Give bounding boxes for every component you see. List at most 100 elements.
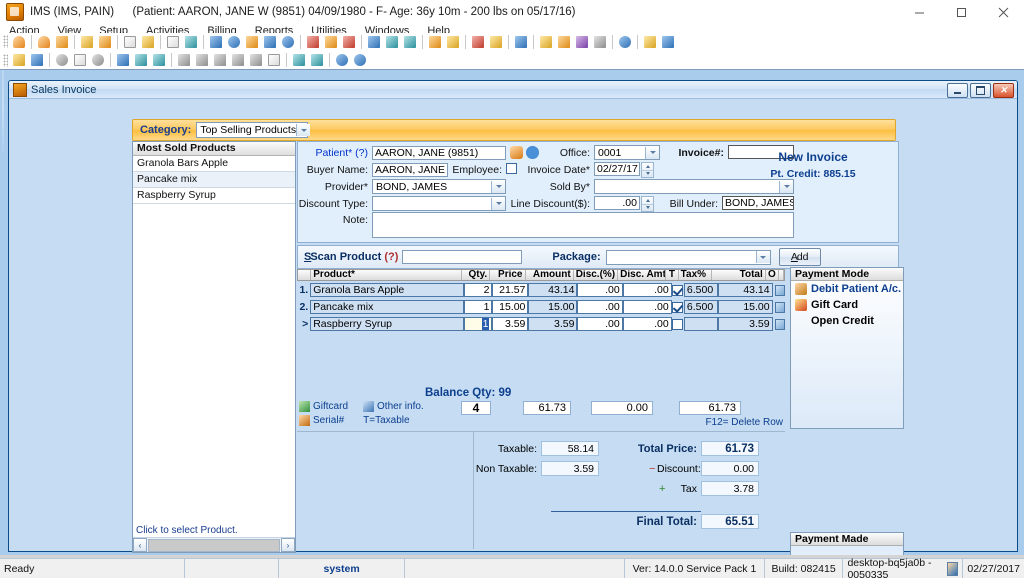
- folder-share-icon[interactable]: [538, 34, 554, 50]
- list-item[interactable]: Pancake mix: [133, 172, 295, 188]
- undo-icon[interactable]: [54, 52, 70, 68]
- settings-icon[interactable]: [280, 34, 296, 50]
- exchange-icon[interactable]: [556, 34, 572, 50]
- column-header-disc-pct[interactable]: Disc.(%): [574, 270, 619, 280]
- exit-icon[interactable]: [660, 34, 676, 50]
- preview-icon[interactable]: [266, 52, 282, 68]
- cell-total[interactable]: 15.00: [717, 300, 773, 314]
- cell-disc-amt[interactable]: .00: [622, 283, 672, 297]
- column-header-taxable[interactable]: T: [666, 270, 679, 280]
- document-search-icon[interactable]: [122, 34, 138, 50]
- cell-total[interactable]: 3.59: [717, 317, 773, 331]
- maximize-icon[interactable]: [940, 0, 982, 24]
- cell-disc-pct[interactable]: .00: [577, 317, 623, 331]
- print-icon[interactable]: [592, 34, 608, 50]
- office-dropdown[interactable]: 0001: [594, 145, 660, 160]
- cell-disc-pct[interactable]: .00: [577, 283, 623, 297]
- cell-disc-amt[interactable]: .00: [622, 300, 672, 314]
- patient-edit-icon[interactable]: [36, 34, 52, 50]
- patient-icon[interactable]: [11, 34, 27, 50]
- invoice-date-field[interactable]: 02/27/17: [594, 162, 640, 176]
- chevron-down-icon[interactable]: [491, 180, 505, 193]
- child-close-icon[interactable]: ✕: [993, 83, 1014, 98]
- report-card-icon[interactable]: [427, 34, 443, 50]
- refresh-pages-icon[interactable]: [384, 34, 400, 50]
- cell-amount[interactable]: 3.59: [528, 317, 578, 331]
- cell-disc-amt[interactable]: .00: [622, 317, 672, 331]
- cell-product[interactable]: Raspberry Syrup: [310, 317, 464, 331]
- network-icon[interactable]: [323, 34, 339, 50]
- cell-price[interactable]: 3.59: [492, 317, 529, 331]
- payment-mode-item-gift-card[interactable]: Gift Card: [791, 297, 903, 313]
- patient-check-icon[interactable]: [54, 34, 70, 50]
- chevron-down-icon[interactable]: [296, 124, 311, 136]
- refresh-blue-icon[interactable]: [402, 34, 418, 50]
- patient-lookup-icon[interactable]: [510, 146, 523, 159]
- package-dropdown[interactable]: [605, 249, 771, 265]
- toolbar-grip[interactable]: [3, 53, 8, 67]
- column-header-tax-pct[interactable]: Tax%: [679, 270, 713, 280]
- note-edit-icon[interactable]: [97, 34, 113, 50]
- clipboard-icon[interactable]: [445, 34, 461, 50]
- summary-line-total[interactable]: 61.73: [679, 401, 741, 415]
- grid-icon[interactable]: [305, 34, 321, 50]
- list-item[interactable]: Granola Bars Apple: [133, 156, 295, 172]
- bill-under-field[interactable]: BOND, JAMES: [722, 196, 794, 210]
- chart-icon[interactable]: [244, 34, 260, 50]
- payment-mode-item-open-credit[interactable]: Open Credit: [791, 313, 903, 329]
- column-header-product[interactable]: Product*: [311, 270, 463, 280]
- invoice-date-stepper[interactable]: [641, 162, 654, 178]
- book-icon[interactable]: [513, 34, 529, 50]
- id-card-icon[interactable]: [488, 34, 504, 50]
- open-folder-icon[interactable]: [11, 52, 27, 68]
- employee-checkbox[interactable]: [506, 163, 517, 174]
- cell-taxable-checkbox[interactable]: [672, 284, 684, 296]
- list-item[interactable]: Raspberry Syrup: [133, 188, 295, 204]
- sort-icon[interactable]: [248, 52, 264, 68]
- lab-flask-icon[interactable]: [140, 34, 156, 50]
- chevron-down-icon[interactable]: [645, 146, 659, 159]
- copy-icon[interactable]: [183, 34, 199, 50]
- serial-link[interactable]: Serial#: [299, 415, 344, 426]
- patient-field[interactable]: AARON, JANE (9851): [372, 146, 506, 160]
- row-options-icon[interactable]: [774, 284, 786, 296]
- add-button[interactable]: Add: [778, 248, 821, 266]
- last-record-icon[interactable]: [230, 52, 246, 68]
- buyer-name-field[interactable]: AARON, JANE: [372, 163, 448, 177]
- monitor-icon[interactable]: [574, 34, 590, 50]
- cell-amount[interactable]: 43.14: [528, 283, 578, 297]
- cell-qty[interactable]: 1: [464, 317, 493, 331]
- cell-qty[interactable]: 1: [464, 300, 493, 314]
- calendar-icon[interactable]: [165, 34, 181, 50]
- provider-dropdown[interactable]: BOND, JAMES: [372, 179, 506, 194]
- cancel-icon[interactable]: [352, 52, 368, 68]
- summary-qty-total[interactable]: 4: [461, 401, 491, 415]
- summary-discount-total[interactable]: 0.00: [591, 401, 653, 415]
- edit-icon[interactable]: [72, 52, 88, 68]
- child-maximize-icon[interactable]: [970, 83, 991, 98]
- line-discount-field[interactable]: .00: [594, 196, 640, 210]
- giftcard-link[interactable]: Giftcard: [299, 401, 348, 412]
- scan-product-input[interactable]: [402, 250, 523, 264]
- help-icon[interactable]: [334, 52, 350, 68]
- column-header-qty[interactable]: Qty.: [462, 270, 491, 280]
- table-row[interactable]: 2. Pancake mix 1 15.00 15.00 .00 .00 6.5…: [297, 299, 786, 315]
- column-header-price[interactable]: Price: [490, 270, 526, 280]
- scan-help-icon[interactable]: (?): [384, 251, 398, 263]
- cell-amount[interactable]: 15.00: [528, 300, 578, 314]
- line-discount-stepper[interactable]: [641, 196, 654, 212]
- scroll-track[interactable]: [148, 538, 280, 552]
- column-header-amount[interactable]: Amount: [526, 270, 574, 280]
- post-icon[interactable]: [133, 52, 149, 68]
- table-row[interactable]: 1. Granola Bars Apple 2 21.57 43.14 .00 …: [297, 282, 786, 298]
- child-minimize-icon[interactable]: [947, 83, 968, 98]
- add-patient-icon[interactable]: [526, 146, 539, 159]
- table-row[interactable]: > Raspberry Syrup 1 3.59 3.59 .00 .00 3.…: [297, 316, 786, 332]
- cell-disc-pct[interactable]: .00: [577, 300, 623, 314]
- prev-record-icon[interactable]: [194, 52, 210, 68]
- summary-amount-total[interactable]: 61.73: [523, 401, 571, 415]
- category-dropdown[interactable]: Top Selling Products: [196, 122, 311, 138]
- dollar-icon[interactable]: [208, 34, 224, 50]
- product-list-scrollbar[interactable]: ‹ ›: [133, 537, 295, 552]
- minimize-icon[interactable]: [898, 0, 940, 24]
